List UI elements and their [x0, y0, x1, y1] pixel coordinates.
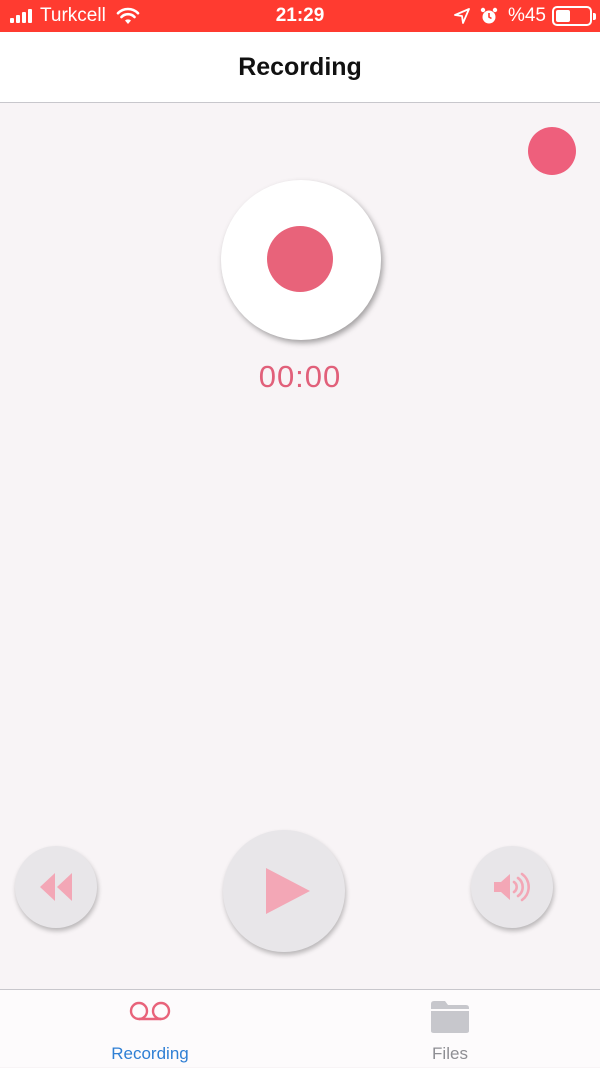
navigation-bar: Recording [0, 32, 600, 103]
status-right: %45 [454, 5, 596, 27]
location-arrow-icon [454, 8, 470, 24]
tab-files-label: Files [432, 1044, 468, 1063]
battery-fill [556, 10, 570, 22]
recording-indicator-dot [528, 127, 576, 175]
tab-files[interactable]: Files [300, 990, 600, 1068]
alarm-icon [480, 7, 498, 25]
page-title: Recording [238, 53, 362, 81]
play-icon [265, 867, 311, 915]
voicemail-icon [0, 1000, 300, 1022]
record-button[interactable] [221, 180, 381, 340]
battery-icon [552, 6, 596, 26]
rewind-icon [39, 872, 73, 902]
status-bar: Turkcell 21:29 %45 [0, 0, 600, 32]
battery-percent: %45 [507, 5, 546, 26]
recording-timer: 00:00 [258, 359, 342, 394]
speaker-icon [493, 872, 531, 902]
battery-tip [593, 13, 596, 20]
tab-bar: Recording Files [0, 989, 600, 1067]
tab-recording-label: Recording [111, 1044, 189, 1063]
folder-icon [300, 1000, 600, 1034]
volume-button[interactable] [471, 846, 553, 928]
rewind-button[interactable] [15, 846, 97, 928]
tab-recording[interactable]: Recording [0, 990, 300, 1068]
play-button[interactable] [223, 830, 345, 952]
record-icon [267, 226, 333, 292]
